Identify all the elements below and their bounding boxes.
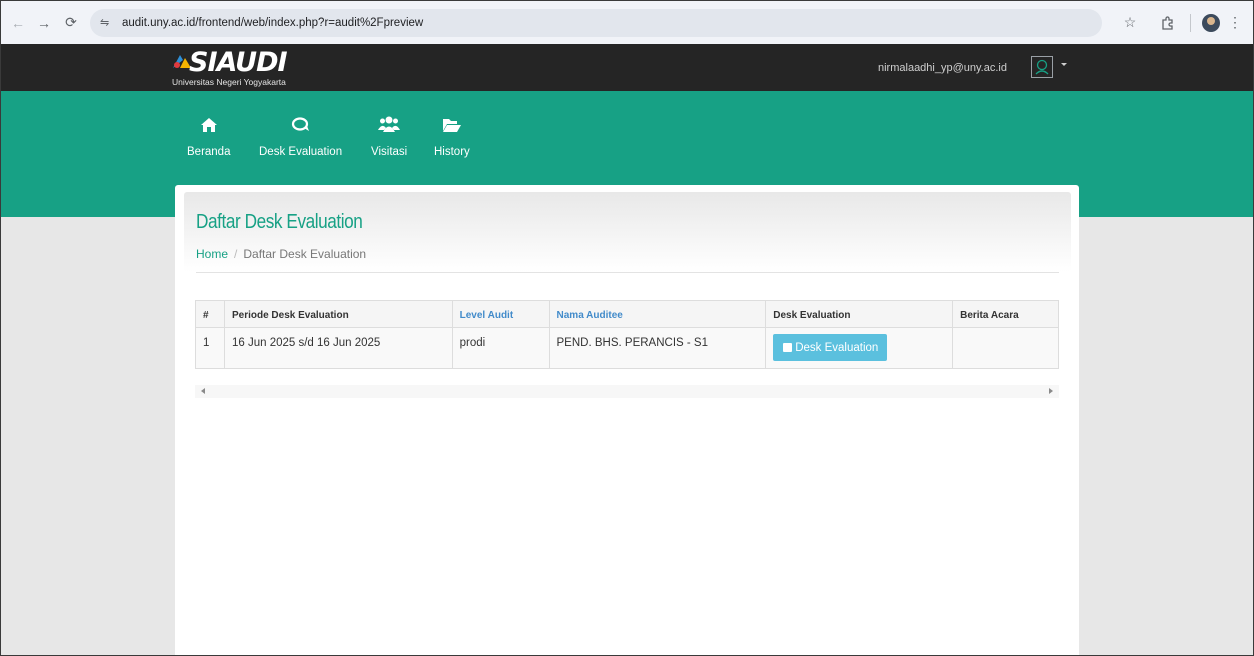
nav-item-beranda[interactable]: Beranda: [187, 113, 230, 158]
cell-berita-acara: [952, 327, 1059, 369]
table-header-row: # Periode Desk Evaluation Level Audit Na…: [195, 300, 1059, 328]
url-text: audit.uny.ac.id/frontend/web/index.php?r…: [122, 16, 424, 29]
breadcrumb-current: Daftar Desk Evaluation: [243, 247, 367, 261]
siaudi-logo[interactable]: SIAUDI Universitas Negeri Yogyakarta: [171, 46, 331, 90]
nav-item-history[interactable]: History: [434, 113, 470, 158]
desk-evaluation-button[interactable]: Desk Evaluation: [773, 334, 888, 361]
nav-item-desk-evaluation[interactable]: Desk Evaluation: [259, 113, 342, 158]
logo-title: SIAUDI: [189, 47, 288, 78]
header-divider: [196, 272, 1059, 273]
star-icon[interactable]: ☆: [1118, 11, 1142, 35]
breadcrumb-home-link[interactable]: Home: [196, 247, 228, 261]
column-header-level-audit[interactable]: Level Audit: [451, 300, 550, 328]
profile-icon[interactable]: [1202, 13, 1220, 32]
nav-label-visitasi: Visitasi: [371, 146, 408, 158]
kebab-menu-icon[interactable]: ⋮: [1228, 14, 1242, 31]
comments-icon: [291, 113, 311, 133]
breadcrumb-separator: /: [234, 247, 238, 261]
user-avatar-icon[interactable]: [1031, 56, 1053, 78]
column-header-number: #: [195, 300, 225, 328]
breadcrumb: Home / Daftar Desk Evaluation: [196, 247, 366, 261]
extension-icon[interactable]: [1156, 11, 1180, 35]
cell-level: prodi: [451, 327, 550, 369]
desk-evaluation-button-label: Desk Evaluation: [795, 341, 879, 354]
site-info-icon[interactable]: ⇋: [100, 16, 114, 29]
browser-toolbar: ← → ⟳ ⇋ audit.uny.ac.id/frontend/web/ind…: [1, 1, 1253, 44]
user-email[interactable]: nirmalaadhi_yp@uny.ac.id: [878, 62, 1007, 74]
folder-open-icon: [442, 113, 462, 133]
forward-icon[interactable]: →: [32, 11, 56, 35]
page-title: Daftar Desk Evaluation: [196, 211, 363, 233]
table-row: 1 16 Jun 2025 s/d 16 Jun 2025 prodi PEND…: [195, 327, 1059, 369]
nav-label-desk-evaluation: Desk Evaluation: [259, 146, 343, 158]
column-header-berita-acara: Berita Acara: [952, 300, 1059, 328]
back-icon[interactable]: ←: [6, 11, 30, 35]
screenshot-frame: ← → ⟳ ⇋ audit.uny.ac.id/frontend/web/ind…: [0, 0, 1254, 656]
content-panel: Daftar Desk Evaluation Home / Daftar Desk …: [175, 185, 1079, 655]
users-icon: [378, 113, 401, 133]
cell-number: 1: [195, 327, 225, 369]
reload-icon[interactable]: ⟳: [59, 11, 83, 35]
site-header: SIAUDI Universitas Negeri Yogyakarta nir…: [1, 44, 1253, 91]
home-icon: [200, 113, 218, 133]
cell-auditee: PEND. BHS. PERANCIS - S1: [548, 327, 767, 369]
logo-subtitle: Universitas Negeri Yogyakarta: [172, 77, 286, 87]
nav-item-visitasi[interactable]: Visitasi: [371, 113, 407, 158]
scroll-left-icon[interactable]: [201, 388, 205, 394]
column-header-periode: Periode Desk Evaluation: [223, 300, 453, 328]
address-bar[interactable]: ⇋ audit.uny.ac.id/frontend/web/index.php…: [90, 8, 1102, 37]
nav-label-history: History: [434, 146, 470, 158]
column-header-desk-evaluation: Desk Evaluation: [765, 300, 954, 328]
cell-action: Desk Evaluation: [765, 327, 954, 369]
toolbar-divider: [1190, 13, 1191, 32]
desk-evaluation-table: # Periode Desk Evaluation Level Audit Na…: [195, 300, 1059, 369]
scroll-right-icon[interactable]: [1049, 388, 1053, 394]
column-header-nama-auditee[interactable]: Nama Auditee: [548, 300, 767, 328]
chevron-down-icon[interactable]: [1061, 63, 1067, 66]
nav-label-beranda: Beranda: [187, 146, 231, 158]
horizontal-scrollbar[interactable]: [195, 385, 1059, 398]
cell-periode: 16 Jun 2025 s/d 16 Jun 2025: [223, 327, 453, 369]
book-icon: [783, 343, 793, 352]
